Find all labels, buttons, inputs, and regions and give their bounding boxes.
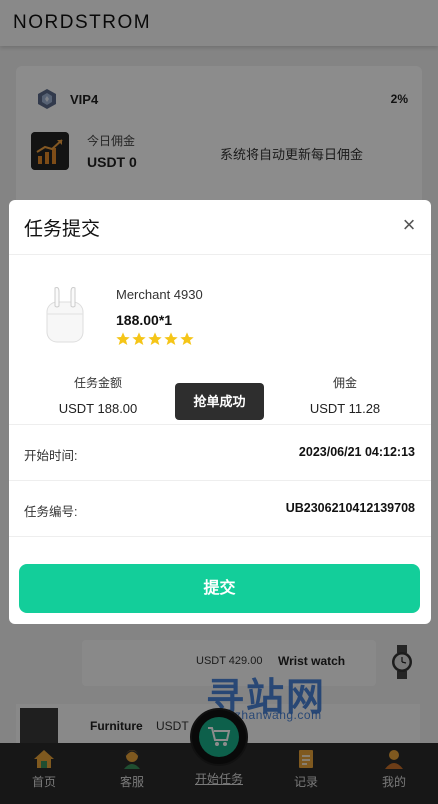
- submit-button[interactable]: 提交: [19, 564, 420, 613]
- star-icon: [180, 332, 194, 345]
- merchant-name: Merchant 4930: [116, 287, 203, 302]
- start-time-value: 2023/06/21 04:12:13: [298, 445, 415, 459]
- close-icon[interactable]: ×: [398, 214, 420, 236]
- modal-title: 任务提交: [24, 219, 101, 240]
- task-no-value: UB2306210412139708: [285, 501, 415, 515]
- rating-stars: [115, 331, 197, 347]
- commission-label: 佣金: [332, 376, 357, 390]
- divider: [9, 536, 431, 537]
- task-amount-label: 任务金额: [73, 376, 122, 390]
- start-time-label: 开始时间:: [24, 449, 78, 463]
- task-no-label: 任务编号:: [24, 505, 78, 519]
- star-icon: [132, 332, 146, 345]
- star-icon: [116, 332, 130, 345]
- task-amount-value: USDT 188.00: [58, 401, 138, 416]
- task-amount: 任务金额 USDT 188.00: [33, 374, 163, 416]
- divider: [9, 480, 431, 481]
- commission: 佣金 USDT 11.28: [280, 374, 410, 416]
- star-icon: [148, 332, 162, 345]
- divider: [9, 424, 431, 425]
- task-submit-modal: 任务提交 × Merchant 4930 188.00*1 任务金额 USDT …: [9, 200, 431, 624]
- earbuds-icon: [46, 287, 84, 343]
- success-toast: 抢单成功: [175, 383, 264, 420]
- divider: [9, 254, 431, 255]
- star-icon: [164, 332, 178, 345]
- commission-value: USDT 11.28: [309, 401, 381, 416]
- product-price-qty: 188.00*1: [116, 312, 173, 328]
